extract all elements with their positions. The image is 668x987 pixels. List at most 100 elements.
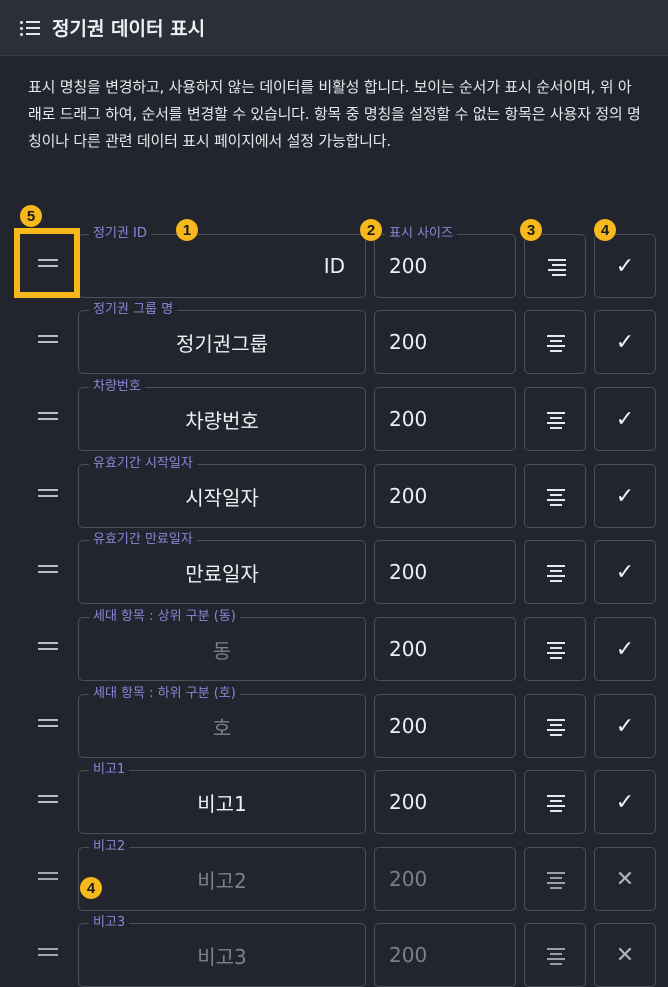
- display-name-field[interactable]: 유효기간 시작일자 시작일자: [78, 455, 366, 528]
- display-size-value: 200: [389, 254, 428, 278]
- display-size-value: 200: [389, 867, 428, 891]
- align-center-icon: [546, 948, 566, 965]
- display-size-value: 200: [389, 560, 428, 584]
- display-name-field[interactable]: 정기권 그룹 명 정기권그룹: [78, 301, 366, 374]
- drag-handle-icon[interactable]: [38, 872, 58, 880]
- display-size-field[interactable]: 200: [374, 694, 516, 758]
- data-row: 정기권 ID ID 표시 사이즈 200 ✓: [0, 225, 668, 298]
- data-row: 유효기간 시작일자 시작일자 200 ✓: [0, 455, 668, 528]
- description-text: 표시 명칭을 변경하고, 사용하지 않는 데이터를 비활성 합니다. 보이는 순…: [28, 78, 641, 150]
- display-name-value: 시작일자: [185, 485, 259, 510]
- display-size-value: 200: [389, 943, 428, 967]
- display-name-field[interactable]: 비고3 비고3: [78, 914, 366, 987]
- page-header: 정기권 데이터 표시: [0, 0, 668, 56]
- check-icon[interactable]: ✓: [594, 387, 656, 451]
- align-center-icon: [546, 872, 566, 889]
- align-button[interactable]: [524, 694, 586, 758]
- display-name-field[interactable]: 비고2 비고2: [78, 838, 366, 911]
- display-name-value: 차량번호: [185, 408, 259, 433]
- align-center-icon: [546, 489, 566, 506]
- page-title: 정기권 데이터 표시: [52, 18, 206, 40]
- data-row: 비고3 비고3 200 ✕: [0, 914, 668, 987]
- align-center-icon: [546, 412, 566, 429]
- check-icon[interactable]: ✓: [594, 617, 656, 681]
- drag-handle-icon[interactable]: [38, 335, 58, 343]
- data-row: 비고1 비고1 200 ✓: [0, 761, 668, 834]
- close-icon[interactable]: ✕: [594, 923, 656, 987]
- data-row: 차량번호 차량번호 200 ✓: [0, 378, 668, 451]
- align-button[interactable]: [524, 770, 586, 834]
- drag-handle-icon[interactable]: [38, 719, 58, 727]
- display-name-field[interactable]: 세대 항목 : 하위 구분 (호) 호: [78, 685, 366, 758]
- align-button[interactable]: [524, 310, 586, 374]
- display-name-value: 비고3: [197, 944, 247, 969]
- align-button[interactable]: [524, 387, 586, 451]
- check-icon[interactable]: ✓: [594, 310, 656, 374]
- data-row: 유효기간 만료일자 만료일자 200 ✓: [0, 531, 668, 604]
- display-size-value: 200: [389, 330, 428, 354]
- align-center-icon: [546, 795, 566, 812]
- display-size-field[interactable]: 200: [374, 770, 516, 834]
- align-center-icon: [546, 565, 566, 582]
- list-icon: [20, 20, 40, 36]
- align-center-icon: [546, 642, 566, 659]
- display-size-field[interactable]: 200: [374, 310, 516, 374]
- size-label: 표시 사이즈: [385, 225, 457, 243]
- data-row: 정기권 그룹 명 정기권그룹 200 ✓: [0, 301, 668, 374]
- align-button[interactable]: [524, 464, 586, 528]
- display-size-value: 200: [389, 637, 428, 661]
- display-size-field[interactable]: 200: [374, 387, 516, 451]
- check-icon[interactable]: ✓: [594, 234, 656, 298]
- display-name-value: 호: [212, 715, 232, 740]
- align-center-icon: [546, 719, 566, 736]
- drag-handle-icon[interactable]: [38, 795, 58, 803]
- badge-1: 1: [176, 219, 198, 241]
- display-size-value: 200: [389, 407, 428, 431]
- display-name-field[interactable]: 정기권 ID ID: [78, 225, 366, 298]
- drag-handle-icon[interactable]: [38, 642, 58, 650]
- display-name-field[interactable]: 차량번호 차량번호: [78, 378, 366, 451]
- data-row: 세대 항목 : 상위 구분 (동) 동 200 ✓: [0, 608, 668, 681]
- badge-3: 3: [520, 219, 542, 241]
- display-size-field[interactable]: 200: [374, 923, 516, 987]
- display-name-value: 정기권그룹: [176, 331, 268, 356]
- align-button[interactable]: [524, 540, 586, 604]
- align-button[interactable]: [524, 234, 586, 298]
- display-size-value: 200: [389, 790, 428, 814]
- align-center-icon: [546, 335, 566, 352]
- drag-handle-highlight: [14, 228, 80, 298]
- data-row: 비고2 비고2 200 ✕: [0, 838, 668, 911]
- align-center-icon: [546, 259, 566, 276]
- display-name-value: 동: [212, 638, 232, 663]
- display-size-field[interactable]: 표시 사이즈 200: [374, 225, 516, 298]
- display-size-value: 200: [389, 714, 428, 738]
- display-size-field[interactable]: 200: [374, 464, 516, 528]
- check-icon[interactable]: ✓: [594, 770, 656, 834]
- drag-handle-icon[interactable]: [38, 565, 58, 573]
- align-button[interactable]: [524, 847, 586, 911]
- display-name-field[interactable]: 세대 항목 : 상위 구분 (동) 동: [78, 608, 366, 681]
- badge-4: 4: [594, 219, 616, 241]
- display-size-value: 200: [389, 484, 428, 508]
- align-button[interactable]: [524, 617, 586, 681]
- display-size-field[interactable]: 200: [374, 540, 516, 604]
- display-name-field[interactable]: 유효기간 만료일자 만료일자: [78, 531, 366, 604]
- display-size-field[interactable]: 200: [374, 847, 516, 911]
- align-button[interactable]: [524, 923, 586, 987]
- data-row: 세대 항목 : 하위 구분 (호) 호 200 ✓: [0, 685, 668, 758]
- drag-handle-icon[interactable]: [38, 489, 58, 497]
- check-icon[interactable]: ✓: [594, 540, 656, 604]
- badge-5: 5: [20, 205, 42, 227]
- display-name-value: 만료일자: [185, 561, 259, 586]
- drag-handle-icon[interactable]: [38, 412, 58, 420]
- drag-handle-icon[interactable]: [38, 948, 58, 956]
- display-size-field[interactable]: 200: [374, 617, 516, 681]
- check-icon[interactable]: ✓: [594, 694, 656, 758]
- badge-4-disabled: 4: [80, 877, 102, 899]
- badge-2: 2: [360, 219, 382, 241]
- close-icon[interactable]: ✕: [594, 847, 656, 911]
- display-name-field[interactable]: 비고1 비고1: [78, 761, 366, 834]
- check-icon[interactable]: ✓: [594, 464, 656, 528]
- display-name-value: ID: [323, 254, 345, 278]
- display-name-value: 비고1: [197, 791, 247, 816]
